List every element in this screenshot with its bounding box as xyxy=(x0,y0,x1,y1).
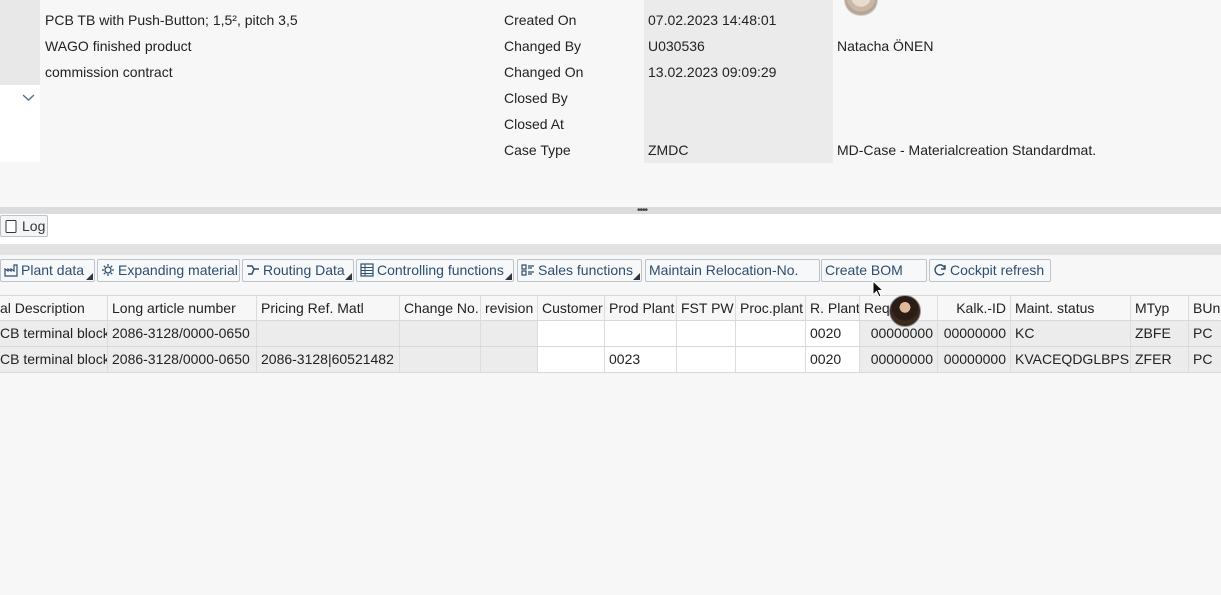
menu-arrow-icon xyxy=(633,273,640,280)
routing-icon xyxy=(247,265,259,275)
table-cell[interactable] xyxy=(481,347,538,372)
table-cell[interactable]: 0020 xyxy=(806,321,860,346)
table-icon xyxy=(360,263,374,277)
closed-by-label: Closed By xyxy=(504,90,568,106)
column-header[interactable]: Change No. xyxy=(400,296,481,320)
chevron-down-icon[interactable] xyxy=(22,91,35,104)
column-header[interactable]: FST PW xyxy=(677,296,736,320)
cockpit-refresh-label: Cockpit refresh xyxy=(950,262,1045,278)
section-divider xyxy=(0,244,1221,255)
maintain-relocation-button[interactable]: Maintain Relocation-No. xyxy=(645,259,820,282)
controlling-functions-label: Controlling functions xyxy=(377,262,504,278)
grid-row-border xyxy=(0,346,1221,347)
table-cell[interactable] xyxy=(605,321,677,346)
sales-functions-label: Sales functions xyxy=(538,262,633,278)
log-icon xyxy=(5,220,17,233)
table-cell[interactable] xyxy=(677,347,736,372)
table-cell[interactable]: ZFER xyxy=(1131,347,1189,372)
table-cell[interactable]: 00000000 xyxy=(860,347,938,372)
created-on-label: Created On xyxy=(504,12,577,28)
closed-at-label: Closed At xyxy=(504,116,564,132)
table-cell[interactable] xyxy=(400,347,481,372)
column-header[interactable]: Kalk.-ID xyxy=(938,296,1011,320)
table-cell[interactable]: 00000000 xyxy=(938,321,1011,346)
case-type-label: Case Type xyxy=(504,142,571,158)
case-type-description: MD-Case - Materialcreation Standardmat. xyxy=(837,142,1097,158)
changed-by-value: U030536 xyxy=(648,38,705,54)
table-cell[interactable] xyxy=(736,347,806,372)
gear-icon xyxy=(102,264,114,276)
changed-by-name: Natacha ÖNEN xyxy=(837,38,934,54)
table-cell[interactable] xyxy=(538,321,605,346)
table-cell[interactable]: ZBFE xyxy=(1131,321,1189,346)
table-cell[interactable] xyxy=(538,347,605,372)
table-cell[interactable] xyxy=(400,321,481,346)
column-header[interactable]: MTyp xyxy=(1131,296,1189,320)
column-header[interactable]: Customer xyxy=(538,296,605,320)
table-cell[interactable] xyxy=(677,321,736,346)
menu-arrow-icon xyxy=(505,273,512,280)
refresh-icon xyxy=(934,264,946,276)
plant-data-button[interactable]: Plant data xyxy=(0,259,95,282)
case-header xyxy=(0,0,1203,207)
create-bom-label: Create BOM xyxy=(825,262,903,278)
menu-arrow-icon xyxy=(345,273,352,280)
column-header[interactable]: R. Plant xyxy=(806,296,860,320)
pane-splitter[interactable] xyxy=(0,207,1221,214)
table-cell[interactable]: KC xyxy=(1011,321,1131,346)
plant-data-label: Plant data xyxy=(21,262,85,278)
table-cell[interactable]: 2086-3128|60521482 xyxy=(257,347,400,372)
grid-row-border xyxy=(0,372,1221,373)
table-cell[interactable] xyxy=(481,321,538,346)
table-cell[interactable]: KVACEQDGLBPS xyxy=(1011,347,1131,372)
column-header[interactable]: Long article number xyxy=(108,296,257,320)
table-cell[interactable]: 2086-3128/0000-0650 xyxy=(108,347,257,372)
routing-data-button[interactable]: Routing Data xyxy=(242,259,354,282)
menu-arrow-icon xyxy=(86,273,93,280)
cockpit-refresh-button[interactable]: Cockpit refresh xyxy=(929,259,1051,282)
table-cell[interactable]: 0020 xyxy=(806,347,860,372)
created-on-value: 07.02.2023 14:48:01 xyxy=(648,12,777,28)
expanding-material-button[interactable]: Expanding material xyxy=(97,259,240,282)
column-header[interactable]: Pricing Ref. Matl xyxy=(257,296,400,320)
case-type-value: ZMDC xyxy=(648,142,689,158)
log-button[interactable]: Log xyxy=(0,215,48,237)
controlling-functions-button[interactable]: Controlling functions xyxy=(356,259,514,282)
mouse-pointer-icon xyxy=(872,280,884,298)
routing-data-label: Routing Data xyxy=(263,262,345,278)
changed-on-label: Changed On xyxy=(504,64,584,80)
floating-user-avatar xyxy=(889,295,921,327)
expanding-material-label: Expanding material xyxy=(118,262,238,278)
log-bar xyxy=(0,214,1221,244)
table-cell[interactable]: 00000000 xyxy=(938,347,1011,372)
sales-functions-button[interactable]: Sales functions xyxy=(517,259,642,282)
table-cell[interactable]: PC xyxy=(1189,321,1221,346)
table-cell[interactable]: CB terminal block xyxy=(0,321,108,346)
table-cell[interactable]: 2086-3128/0000-0650 xyxy=(108,321,257,346)
column-header[interactable]: BUn xyxy=(1189,296,1221,320)
create-bom-button[interactable]: Create BOM xyxy=(821,259,927,282)
log-button-label: Log xyxy=(22,218,46,234)
column-header[interactable]: al Description xyxy=(0,296,108,320)
changed-on-value: 13.02.2023 09:09:29 xyxy=(648,64,777,80)
table-cell[interactable] xyxy=(257,321,400,346)
table-cell[interactable]: CB terminal block xyxy=(0,347,108,372)
plant-icon xyxy=(4,264,18,277)
splitter-grip-icon[interactable]: •••• xyxy=(637,206,648,216)
changed-by-label: Changed By xyxy=(504,38,582,54)
column-header[interactable]: revision xyxy=(481,296,538,320)
column-header[interactable]: Proc.plant xyxy=(736,296,806,320)
sales-icon xyxy=(521,264,534,276)
table-cell[interactable]: PC xyxy=(1189,347,1221,372)
table-cell[interactable]: 0023 xyxy=(605,347,677,372)
table-cell[interactable] xyxy=(736,321,806,346)
material-contract-type: commission contract xyxy=(45,64,173,80)
header-side-strip xyxy=(0,0,40,162)
column-header[interactable]: Maint. status xyxy=(1011,296,1131,320)
maintain-relocation-label: Maintain Relocation-No. xyxy=(649,262,799,278)
material-description: PCB TB with Push-Button; 1,5², pitch 3,5 xyxy=(45,12,298,28)
column-header[interactable]: Prod Plant xyxy=(605,296,677,320)
material-category: WAGO finished product xyxy=(45,38,192,54)
